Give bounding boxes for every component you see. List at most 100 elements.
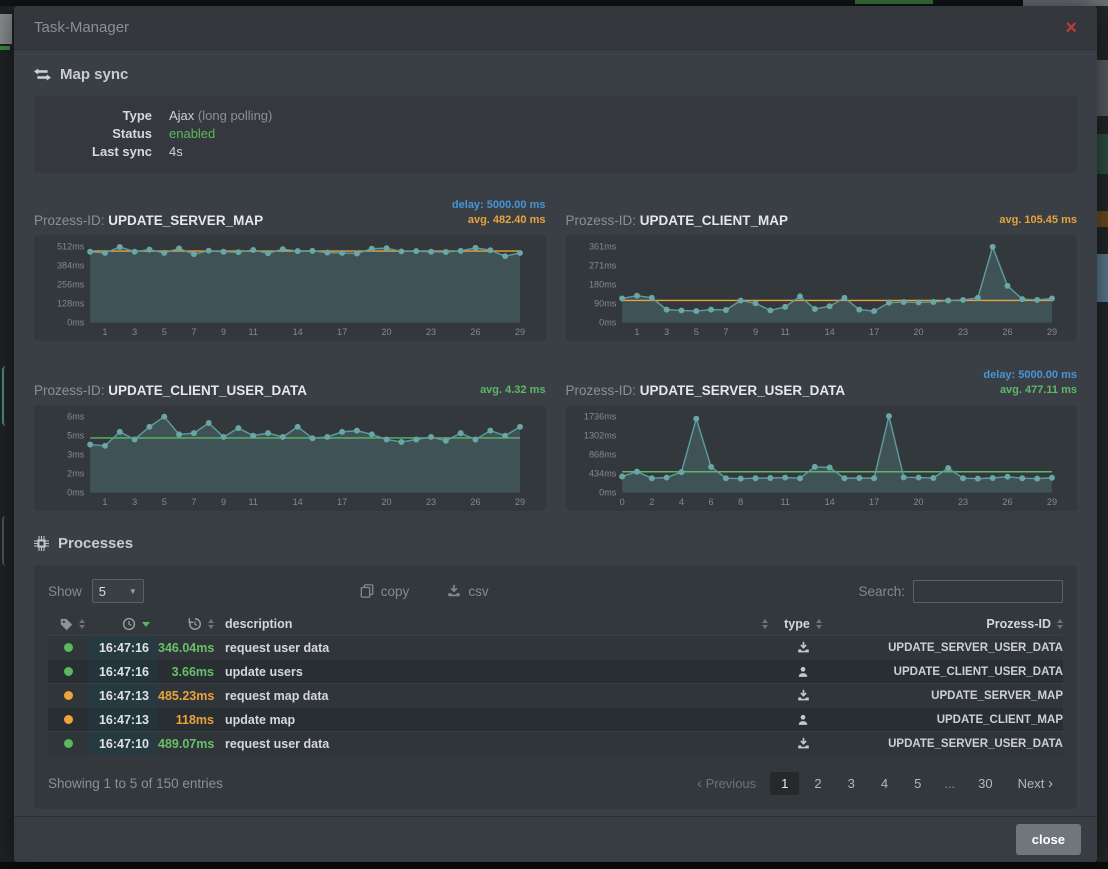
modal-header: Task-Manager × [14, 6, 1097, 50]
status-dot [64, 643, 73, 652]
svg-text:14: 14 [824, 327, 834, 337]
chart-panel: 0ms434ms868ms1302ms1736ms024681114172023… [566, 405, 1078, 511]
table-row[interactable]: 16:47:10 489.07ms request user data UPDA… [48, 731, 1063, 755]
svg-text:29: 29 [515, 327, 525, 337]
copy-button[interactable]: copy [360, 584, 410, 599]
svg-text:7: 7 [191, 327, 196, 337]
map-sync-info-panel: Type Ajax (long polling) Status enabled … [34, 96, 1077, 173]
timing-chart: 0ms90ms180ms271ms361ms135791114172023262… [568, 239, 1072, 339]
modal-title: Task-Manager [34, 19, 129, 36]
page-button[interactable]: 2 [803, 772, 832, 795]
chevron-right-icon: › [1048, 775, 1053, 792]
next-page-button[interactable]: Next › [1008, 771, 1063, 796]
page-button[interactable]: 30 [967, 772, 1003, 795]
svg-text:3: 3 [132, 497, 137, 507]
svg-text:1: 1 [102, 497, 107, 507]
page-button[interactable]: 4 [870, 772, 899, 795]
sort-desc-icon [142, 622, 150, 627]
time-cell: 16:47:10 [88, 732, 158, 755]
svg-text:7: 7 [191, 497, 196, 507]
chart-card: Prozess-ID: UPDATE_SERVER_MAP delay: 500… [34, 195, 546, 341]
chart-head: Prozess-ID: UPDATE_CLIENT_MAP avg. 105.4… [566, 195, 1078, 228]
page-button[interactable]: 5 [903, 772, 932, 795]
table-header-row: description type Prozess-ID [48, 613, 1063, 635]
duration-cell: 118ms [158, 713, 216, 727]
chart-stats: delay: 5000.00 ms avg. 477.11 ms [983, 368, 1077, 398]
description-cell: update users [216, 665, 768, 679]
status-cell [48, 691, 88, 700]
table-row[interactable]: 16:47:16 346.04ms request user data UPDA… [48, 635, 1063, 659]
duration-cell: 489.07ms [158, 737, 216, 751]
close-button[interactable]: close [1016, 824, 1081, 855]
processes-table: description type Prozess-ID 16:47:16 346… [48, 613, 1063, 755]
info-row-type: Type Ajax (long polling) [34, 107, 1077, 125]
svg-text:20: 20 [913, 497, 923, 507]
column-header-duration[interactable] [158, 617, 216, 631]
chart-card: Prozess-ID: UPDATE_CLIENT_USER_DATA avg.… [34, 365, 546, 511]
search-wrap: Search: [858, 580, 1063, 603]
column-header-description[interactable]: description [216, 617, 768, 631]
chart-stats: delay: 5000.00 ms avg. 482.40 ms [452, 198, 546, 228]
column-header-time[interactable] [88, 617, 158, 631]
chart-title: Prozess-ID: UPDATE_CLIENT_USER_DATA [34, 383, 307, 398]
prozess-id-cell: UPDATE_CLIENT_USER_DATA [838, 666, 1063, 678]
prozess-id-cell: UPDATE_SERVER_USER_DATA [838, 642, 1063, 654]
svg-text:1: 1 [102, 327, 107, 337]
download-icon [447, 584, 461, 598]
time-cell: 16:47:16 [88, 660, 158, 683]
previous-page-button[interactable]: ‹ Previous [687, 771, 766, 796]
status-cell [48, 667, 88, 676]
chevron-left-icon: ‹ [697, 775, 702, 792]
page-size-select[interactable]: 5 ▼ [92, 579, 144, 603]
svg-text:26: 26 [470, 497, 480, 507]
chart-title: Prozess-ID: UPDATE_SERVER_MAP [34, 213, 263, 228]
description-cell: request user data [216, 737, 768, 751]
status-dot [64, 667, 73, 676]
svg-text:11: 11 [248, 327, 257, 337]
svg-text:29: 29 [1046, 497, 1056, 507]
modal-body: Map sync Type Ajax (long polling) Status… [14, 50, 1097, 816]
svg-text:0: 0 [619, 497, 624, 507]
info-label: Last sync [34, 143, 152, 161]
svg-text:6: 6 [708, 497, 713, 507]
svg-text:14: 14 [293, 497, 303, 507]
table-row[interactable]: 16:47:13 485.23ms request map data UPDAT… [48, 683, 1063, 707]
info-value: Ajax (long polling) [169, 107, 272, 125]
chart-panel: 0ms2ms3ms5ms6ms1357911141720232629 [34, 405, 546, 511]
svg-text:512ms: 512ms [57, 242, 85, 252]
charts-grid: Prozess-ID: UPDATE_SERVER_MAP delay: 500… [34, 195, 1077, 511]
svg-text:29: 29 [515, 497, 525, 507]
table-row[interactable]: 16:47:16 3.66ms update users UPDATE_CLIE… [48, 659, 1063, 683]
csv-button[interactable]: csv [447, 584, 488, 599]
table-footer: Showing 1 to 5 of 150 entries ‹ Previous… [48, 769, 1063, 797]
download-icon [797, 737, 810, 750]
table-row[interactable]: 16:47:13 118ms update map UPDATE_CLIENT_… [48, 707, 1063, 731]
svg-text:26: 26 [1002, 327, 1012, 337]
column-header-prozess-id[interactable]: Prozess-ID [838, 617, 1063, 631]
background-right-strip [1097, 6, 1108, 862]
page-button[interactable]: 1 [770, 772, 799, 795]
avg-label: avg. 105.45 ms [999, 213, 1077, 228]
svg-text:256ms: 256ms [57, 280, 85, 290]
status-dot [64, 715, 73, 724]
svg-text:2: 2 [649, 497, 654, 507]
column-header-type[interactable]: type [768, 617, 838, 631]
column-header-status[interactable] [48, 618, 88, 631]
svg-text:20: 20 [381, 497, 391, 507]
page-button[interactable]: 3 [837, 772, 866, 795]
svg-text:26: 26 [470, 327, 480, 337]
chart-card: Prozess-ID: UPDATE_CLIENT_MAP avg. 105.4… [566, 195, 1078, 341]
status-cell [48, 715, 88, 724]
avg-label: avg. 4.32 ms [480, 383, 545, 398]
svg-text:9: 9 [221, 497, 226, 507]
svg-text:90ms: 90ms [594, 299, 617, 309]
background-fragment [1097, 254, 1108, 302]
svg-text:8: 8 [738, 497, 743, 507]
svg-text:0ms: 0ms [67, 488, 85, 498]
close-icon[interactable]: × [1065, 18, 1077, 38]
duration-cell: 3.66ms [158, 665, 216, 679]
search-input[interactable] [913, 580, 1063, 603]
svg-text:23: 23 [957, 327, 967, 337]
svg-text:868ms: 868ms [588, 450, 616, 460]
description-cell: request map data [216, 689, 768, 703]
